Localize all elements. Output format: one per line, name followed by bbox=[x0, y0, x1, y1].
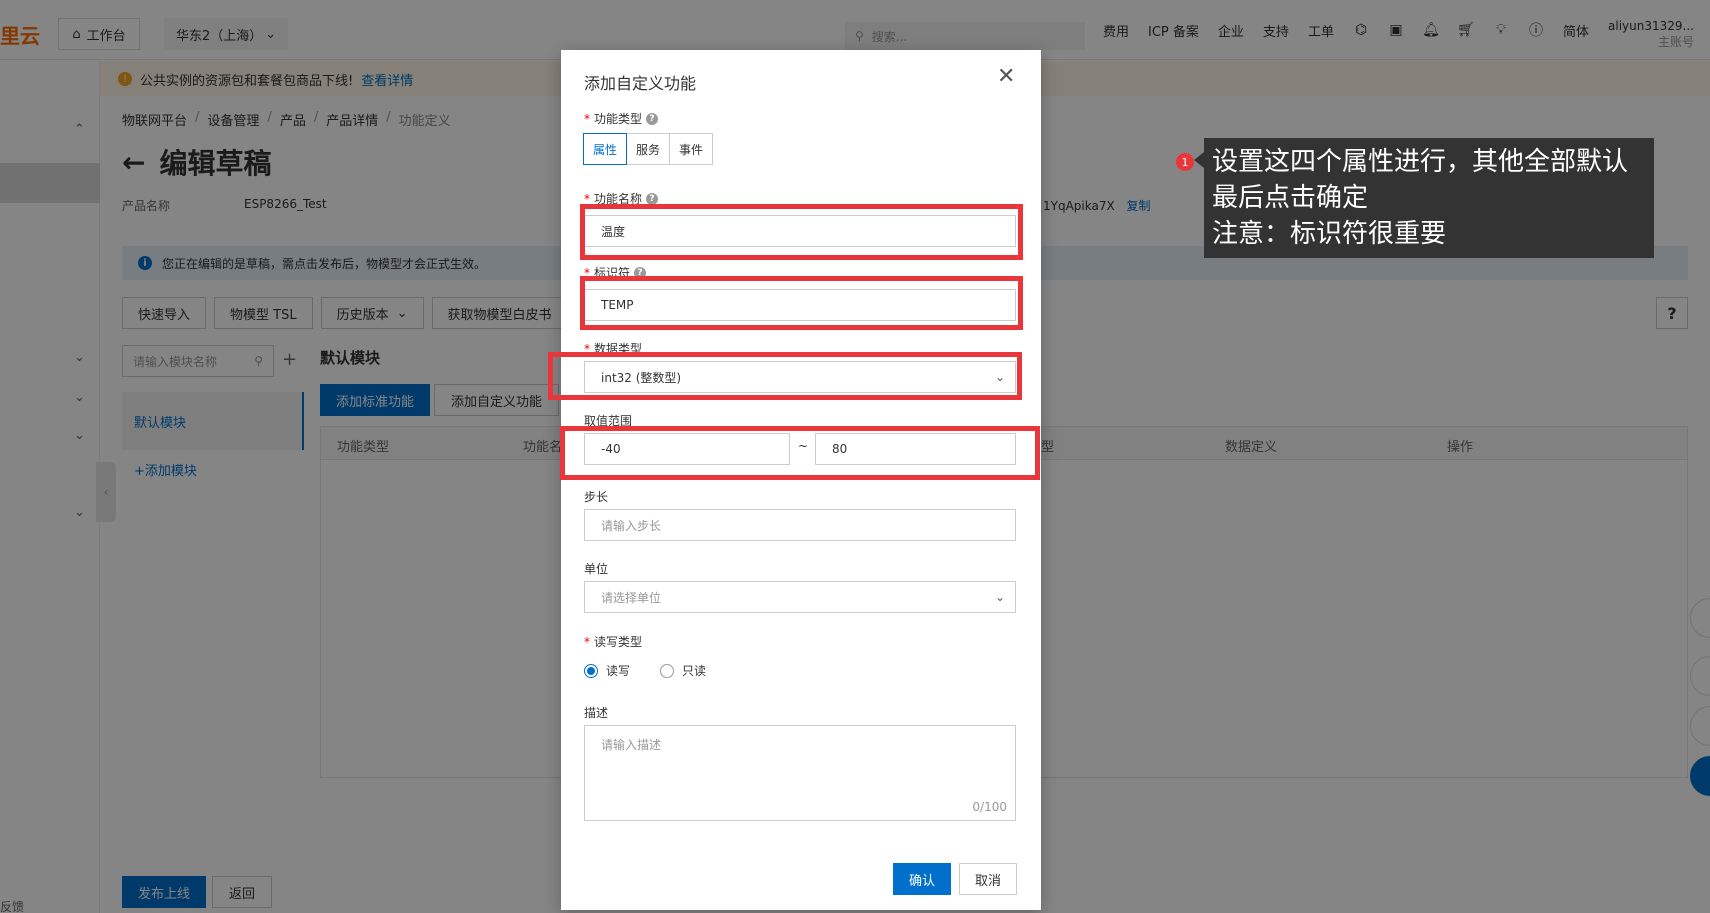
unit-select[interactable]: 请选择单位 ⌄ bbox=[584, 581, 1016, 613]
identifier-input[interactable]: TEMP bbox=[584, 289, 1016, 321]
chevron-down-icon: ⌄ bbox=[994, 590, 1005, 604]
char-counter: 0/100 bbox=[972, 800, 1007, 814]
annotation-badge: 1 bbox=[1176, 153, 1194, 171]
annotation-tooltip: 设置这四个属性进行，其他全部默认 最后点击确定 注意：标识符很重要 bbox=[1194, 138, 1654, 258]
cancel-button[interactable]: 取消 bbox=[959, 863, 1017, 895]
description-textarea[interactable]: 请输入描述 0/100 bbox=[584, 725, 1016, 821]
close-icon[interactable]: ✕ bbox=[997, 66, 1015, 88]
range-max-input[interactable]: 80 bbox=[815, 433, 1016, 465]
add-custom-function-dialog: 添加自定义功能 ✕ * 功能类型? 属性 服务 事件 * 功能名称? 温度 * 标识符… bbox=[561, 50, 1041, 910]
unit-label: 单位 bbox=[584, 562, 609, 576]
identifier-label: * 标识符? bbox=[584, 264, 647, 281]
annotation-line-3: 注意：标识符很重要 bbox=[1212, 219, 1447, 249]
step-label: 步长 bbox=[584, 490, 609, 504]
confirm-button[interactable]: 确认 bbox=[893, 863, 951, 895]
annotation-line-2: 最后点击确定 bbox=[1212, 183, 1369, 213]
description-placeholder: 请输入描述 bbox=[601, 738, 662, 752]
data-type-value: int32 (整数型) bbox=[601, 370, 682, 385]
type-property-tab[interactable]: 属性 bbox=[583, 133, 628, 165]
radio-unchecked-icon bbox=[660, 663, 675, 678]
range-min-input[interactable]: -40 bbox=[584, 433, 790, 465]
radio-checked-icon bbox=[584, 663, 598, 678]
function-name-label: * 功能名称? bbox=[584, 190, 659, 207]
help-icon[interactable]: ? bbox=[634, 266, 647, 279]
rw-readonly-radio[interactable]: 只读 bbox=[660, 662, 706, 679]
function-type-label: * 功能类型? bbox=[584, 110, 659, 127]
rw-readwrite-radio[interactable]: 读写 bbox=[584, 662, 630, 679]
rw-type-radio-group: 读写 只读 bbox=[584, 662, 706, 679]
function-type-segment: 属性 服务 事件 bbox=[583, 133, 714, 165]
unit-placeholder: 请选择单位 bbox=[601, 590, 662, 605]
help-icon[interactable]: ? bbox=[646, 192, 659, 205]
data-type-label: * 数据类型 bbox=[584, 341, 643, 357]
type-event-tab[interactable]: 事件 bbox=[669, 133, 714, 165]
range-separator: ~ bbox=[798, 439, 809, 453]
value-range-label: 取值范围 bbox=[584, 414, 633, 428]
step-input[interactable]: 请输入步长 bbox=[584, 509, 1016, 541]
type-service-tab[interactable]: 服务 bbox=[626, 133, 671, 165]
chevron-down-icon: ⌄ bbox=[994, 370, 1005, 384]
description-label: 描述 bbox=[584, 706, 609, 720]
help-icon[interactable]: ? bbox=[646, 112, 659, 125]
data-type-select[interactable]: int32 (整数型) ⌄ bbox=[584, 361, 1016, 393]
rw-type-label: * 读写类型 bbox=[584, 634, 643, 650]
dialog-title: 添加自定义功能 bbox=[584, 74, 697, 93]
annotation-line-1: 设置这四个属性进行，其他全部默认 bbox=[1212, 147, 1629, 177]
function-name-input[interactable]: 温度 bbox=[584, 215, 1016, 247]
